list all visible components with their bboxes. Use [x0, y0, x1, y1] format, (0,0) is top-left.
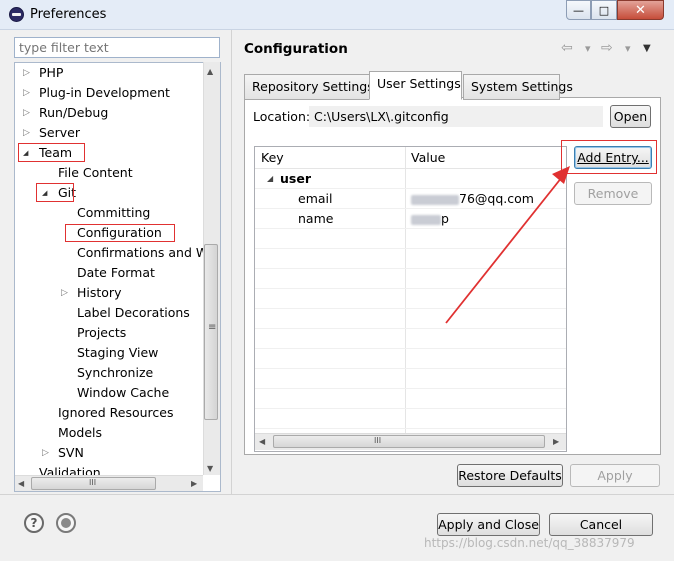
forward-dropdown-icon[interactable]: ▾ [625, 42, 631, 55]
location-label: Location: [253, 109, 311, 124]
tree-item-label: Ignored Resources [58, 405, 174, 420]
annotation-arrow-line [445, 171, 567, 324]
expand-icon[interactable]: ▷ [23, 83, 33, 103]
tab-system-settings[interactable]: System Settings [463, 74, 573, 100]
table-horizontal-scroll-thumb[interactable] [273, 435, 545, 448]
tree-item-run-debug[interactable]: ▷ Run/Debug [15, 103, 203, 123]
filter-input[interactable] [14, 37, 220, 58]
tree-item-label: Date Format [77, 265, 155, 280]
tree-item-label: Server [39, 125, 80, 140]
tree-item-plug-in-development[interactable]: ▷ Plug-in Development [15, 83, 203, 103]
maximize-button[interactable]: □ [591, 0, 617, 20]
scroll-left-arrow-icon[interactable]: ◀ [18, 479, 24, 488]
redacted-text [411, 214, 441, 225]
tree-item-ignored-resources[interactable]: Ignored Resources [15, 403, 203, 423]
row-key: name [298, 211, 334, 226]
tree-item-window-cache[interactable]: Window Cache [15, 383, 203, 403]
page-title: Configuration [244, 41, 348, 57]
hscroll-grip-icon: III [89, 478, 97, 487]
expand-icon[interactable]: ▷ [42, 443, 52, 463]
expand-icon[interactable]: ▷ [23, 103, 33, 123]
table-row-empty [255, 329, 566, 349]
close-button[interactable]: ✕ [617, 0, 664, 20]
tree-item-label: Run/Debug [39, 105, 109, 120]
annotation-arrow [445, 166, 570, 324]
column-header-key[interactable]: Key [255, 147, 405, 169]
tree-item-label: SVN [58, 445, 84, 460]
tree-item-label: Label Decorations [77, 305, 190, 320]
tree-item-label: PHP [39, 65, 64, 80]
open-button[interactable]: Open [610, 105, 651, 128]
watermark: https://blog.csdn.net/qq_38837979 [424, 536, 635, 550]
tree-item-date-format[interactable]: Date Format [15, 263, 203, 283]
tree-item-label: Plug-in Development [39, 85, 170, 100]
tree-item-models[interactable]: Models [15, 423, 203, 443]
apply-and-close-button[interactable]: Apply and Close [437, 513, 540, 536]
row-key: user [280, 171, 311, 186]
expand-icon[interactable]: ◢ [267, 169, 273, 189]
table-hscroll-grip-icon: III [374, 436, 382, 445]
annotation-box-git [36, 183, 74, 202]
table-scroll-right-icon[interactable]: ▶ [553, 437, 559, 446]
row-key: email [298, 191, 333, 206]
table-row-empty [255, 389, 566, 409]
record-icon[interactable] [56, 513, 76, 533]
table-row-empty [255, 349, 566, 369]
expand-icon[interactable]: ▷ [23, 123, 33, 143]
tree-item-label: Committing [77, 205, 151, 220]
minimize-button[interactable]: — [566, 0, 591, 20]
annotation-arrow-head [552, 166, 570, 184]
eclipse-icon [9, 7, 24, 22]
scroll-down-arrow-icon[interactable]: ▼ [207, 464, 213, 473]
tab-user-settings[interactable]: User Settings [369, 71, 462, 100]
expand-icon[interactable]: ▷ [23, 63, 33, 83]
title-bar: Preferences — □ ✕ [0, 0, 674, 30]
tree-item-synchronize[interactable]: Synchronize [15, 363, 203, 383]
tree-item-label: Models [58, 425, 103, 440]
expand-icon[interactable]: ▷ [61, 283, 71, 303]
scroll-right-arrow-icon[interactable]: ▶ [191, 479, 197, 488]
table-row-empty [255, 369, 566, 389]
location-field: C:\Users\LX\.gitconfig [309, 106, 603, 127]
cancel-button[interactable]: Cancel [549, 513, 653, 536]
tree-item-label-decorations[interactable]: Label Decorations [15, 303, 203, 323]
footer-divider [0, 494, 674, 495]
view-menu-icon[interactable]: ▼ [643, 43, 651, 54]
scroll-up-arrow-icon[interactable]: ▲ [207, 67, 213, 76]
forward-arrow-icon[interactable]: ⇨ [601, 40, 613, 56]
annotation-box-configuration [65, 224, 175, 242]
tree-item-svn[interactable]: ▷ SVN [15, 443, 203, 463]
back-dropdown-icon[interactable]: ▾ [585, 42, 591, 55]
tree-item-label: Window Cache [77, 385, 170, 400]
tree-item-confirmations-and-warnings[interactable]: Confirmations and Warnings [15, 243, 220, 263]
annotation-box-team [18, 143, 85, 162]
tree-item-history[interactable]: ▷ History [15, 283, 203, 303]
help-icon[interactable]: ? [24, 513, 44, 533]
scroll-grip-icon: ≡ [208, 322, 217, 333]
table-scroll-left-icon[interactable]: ◀ [259, 437, 265, 446]
restore-defaults-button[interactable]: Restore Defaults [457, 464, 563, 487]
tree-item-label: Confirmations and Warnings [77, 245, 220, 260]
window-title: Preferences [30, 7, 107, 22]
tree-item-php[interactable]: ▷ PHP [15, 63, 203, 83]
tab-repository-settings[interactable]: Repository Settings [244, 74, 374, 100]
apply-button[interactable]: Apply [570, 464, 660, 487]
tree-item-label: Synchronize [77, 365, 154, 380]
remove-button[interactable]: Remove [574, 182, 652, 205]
back-arrow-icon[interactable]: ⇦ [561, 40, 573, 56]
tree-item-projects[interactable]: Projects [15, 323, 203, 343]
tree-item-label: Staging View [77, 345, 159, 360]
tree-item-label: File Content [58, 165, 133, 180]
pane-divider[interactable] [231, 30, 232, 494]
table-row-empty [255, 409, 566, 429]
preference-tree: ▷ PHP ▷ Plug-in Development ▷ Run/Debug ▷ Serve… [14, 62, 221, 492]
tree-item-server[interactable]: ▷ Server [15, 123, 203, 143]
tree-item-label: History [77, 285, 122, 300]
tree-item-staging-view[interactable]: Staging View [15, 343, 203, 363]
tree-item-committing[interactable]: Committing [15, 203, 203, 223]
tree-item-label: Projects [77, 325, 127, 340]
tree-item-file-content[interactable]: File Content [15, 163, 203, 183]
